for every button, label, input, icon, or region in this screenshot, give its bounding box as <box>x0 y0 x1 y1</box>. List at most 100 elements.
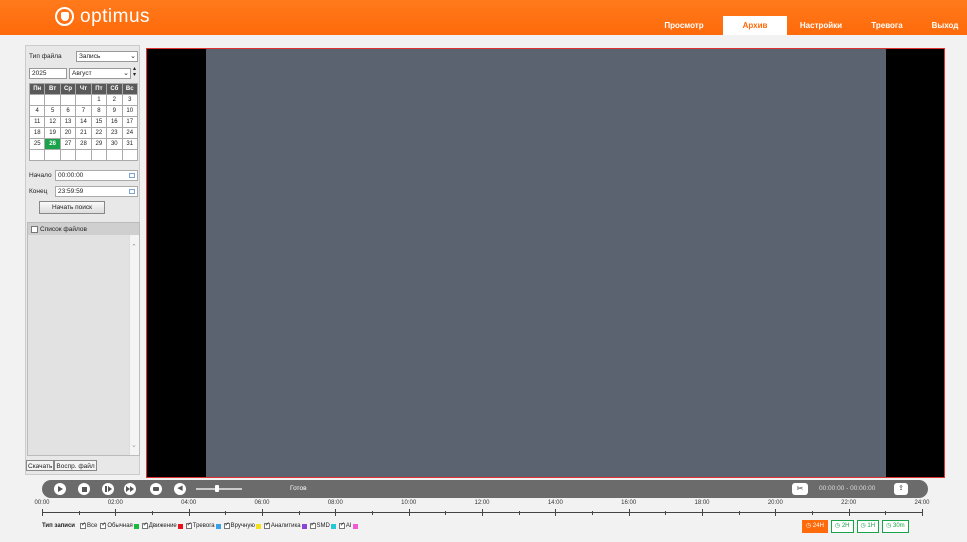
timeline-tick <box>42 509 43 516</box>
record-type-checkbox[interactable] <box>223 521 230 529</box>
start-time-input[interactable]: 00:00:00 <box>55 170 138 181</box>
volume-slider[interactable] <box>196 488 242 490</box>
zoom-2h-button[interactable]: ◷ 2H <box>830 520 854 533</box>
record-type-checkbox[interactable] <box>185 521 192 529</box>
record-type-filter[interactable]: Все <box>80 521 97 529</box>
calendar-empty-cell <box>28 94 46 106</box>
clock-icon: ◷ <box>834 523 842 529</box>
zoom-24h-button[interactable]: ◷ 24H <box>802 520 828 533</box>
year-spinner[interactable]: ▴ ▾ <box>133 66 136 78</box>
slow-play-icon[interactable] <box>102 483 114 495</box>
weekday-header: Пн <box>28 83 46 95</box>
file-list-title: Список файлов <box>40 225 87 233</box>
calendar-day[interactable]: 30 <box>106 138 123 150</box>
calendar-day[interactable]: 28 <box>75 138 92 150</box>
calendar-day[interactable]: 10 <box>121 105 139 117</box>
calendar-day[interactable]: 9 <box>106 105 123 117</box>
calendar-day[interactable]: 24 <box>121 127 139 139</box>
calendar-day[interactable]: 6 <box>59 105 77 117</box>
record-type-checkbox[interactable] <box>263 521 270 529</box>
calendar-day[interactable]: 3 <box>121 94 139 106</box>
play-file-button[interactable]: Воспр. файл <box>54 460 97 471</box>
timeline-minor-tick <box>738 511 740 515</box>
zoom-1h-button[interactable]: ◷ 1H <box>856 520 880 533</box>
export-icon[interactable]: ⇪ <box>894 483 908 495</box>
record-type-filter[interactable]: Аналитика <box>263 521 307 529</box>
nav-archive[interactable]: Архив <box>723 16 787 35</box>
calendar-day[interactable]: 17 <box>121 116 139 128</box>
record-type-filter[interactable]: Вручную <box>223 521 261 529</box>
calendar-day[interactable]: 7 <box>75 105 92 117</box>
record-type-checkbox[interactable] <box>141 521 148 529</box>
snapshot-icon[interactable] <box>150 483 162 495</box>
calendar-day[interactable]: 16 <box>106 116 123 128</box>
calendar-day[interactable]: 5 <box>44 105 61 117</box>
record-type-filter[interactable]: Обычная <box>100 521 139 529</box>
calendar-day[interactable]: 23 <box>106 127 123 139</box>
year-input[interactable]: 2025 <box>29 68 67 79</box>
record-type-checkbox[interactable] <box>309 521 316 529</box>
calendar-day[interactable]: 22 <box>90 127 108 139</box>
timeline-label: 22:00 <box>841 500 857 506</box>
calendar-day[interactable]: 15 <box>90 116 108 128</box>
select-all-checkbox[interactable] <box>31 225 38 233</box>
scroll-up-icon[interactable]: ⌃ <box>131 243 137 251</box>
start-search-button[interactable]: Начать поиск <box>39 201 105 214</box>
calendar-day[interactable]: 13 <box>59 116 77 128</box>
timeline-label: 10:00 <box>401 500 417 506</box>
record-type-checkbox[interactable] <box>100 521 106 529</box>
timeline-label: 18:00 <box>694 500 710 506</box>
calendar-week <box>28 149 139 161</box>
record-type-checkbox[interactable] <box>80 521 86 529</box>
spin-down-icon[interactable]: ▾ <box>133 72 136 78</box>
stop-icon[interactable] <box>78 483 90 495</box>
chevron-down-icon: ⌄ <box>123 70 129 77</box>
nav-alarm[interactable]: Тревога <box>859 16 915 35</box>
calendar-day[interactable]: 26 <box>44 138 61 150</box>
calendar-day[interactable]: 27 <box>59 138 77 150</box>
file-type-select[interactable]: Запись ⌄ <box>76 51 138 62</box>
video-viewport[interactable] <box>146 48 945 478</box>
month-value: Август <box>72 70 92 77</box>
calendar-empty-cell <box>75 149 92 161</box>
calendar-day[interactable]: 8 <box>90 105 108 117</box>
record-type-filter[interactable]: Движение <box>141 521 183 529</box>
volume-slider-knob[interactable] <box>215 485 219 492</box>
record-type-checkbox[interactable] <box>338 521 345 529</box>
nav-settings[interactable]: Настройки <box>791 16 851 35</box>
fast-forward-icon[interactable] <box>124 483 136 495</box>
calendar-day[interactable]: 31 <box>121 138 139 150</box>
scissors-icon[interactable]: ✂ <box>792 483 808 495</box>
calendar-day[interactable]: 29 <box>90 138 108 150</box>
play-icon[interactable] <box>54 483 66 495</box>
timeline-label: 02:00 <box>107 500 123 506</box>
calendar-day[interactable]: 12 <box>44 116 61 128</box>
timeline[interactable]: 00:00 02:00 04:00 06:00 08:00 10:00 12:00 14:00… <box>34 500 930 518</box>
calendar-day[interactable]: 18 <box>28 127 46 139</box>
scroll-down-icon[interactable]: ⌄ <box>131 441 137 449</box>
zoom-30m-button[interactable]: ◷ 30m <box>882 520 909 533</box>
nav-logout[interactable]: Выход <box>923 16 967 35</box>
file-list-scrollbar[interactable]: ⌃ ⌄ <box>129 235 139 455</box>
calendar-empty-cell <box>28 149 46 161</box>
zoom-label: 30m <box>892 523 905 529</box>
calendar-day[interactable]: 1 <box>90 94 108 106</box>
calendar-icon[interactable] <box>129 189 135 194</box>
calendar-day[interactable]: 4 <box>28 105 46 117</box>
nav-live-view[interactable]: Просмотр <box>653 16 715 35</box>
record-type-filter[interactable]: AI <box>338 521 358 529</box>
calendar-day[interactable]: 14 <box>75 116 92 128</box>
end-time-input[interactable]: 23:59:59 <box>55 186 138 197</box>
month-select[interactable]: Август ⌄ <box>69 68 131 79</box>
record-type-filter[interactable]: SMD <box>309 521 336 529</box>
calendar-day[interactable]: 25 <box>28 138 46 150</box>
calendar-day[interactable]: 19 <box>44 127 61 139</box>
calendar-day[interactable]: 20 <box>59 127 77 139</box>
calendar-day[interactable]: 21 <box>75 127 92 139</box>
calendar-day[interactable]: 2 <box>106 94 123 106</box>
speaker-icon[interactable]: ◀ <box>174 483 186 495</box>
download-button[interactable]: Скачать <box>26 460 55 471</box>
calendar-day[interactable]: 11 <box>28 116 46 128</box>
calendar-icon[interactable] <box>129 173 135 178</box>
record-type-filter[interactable]: Тревога <box>185 521 221 529</box>
